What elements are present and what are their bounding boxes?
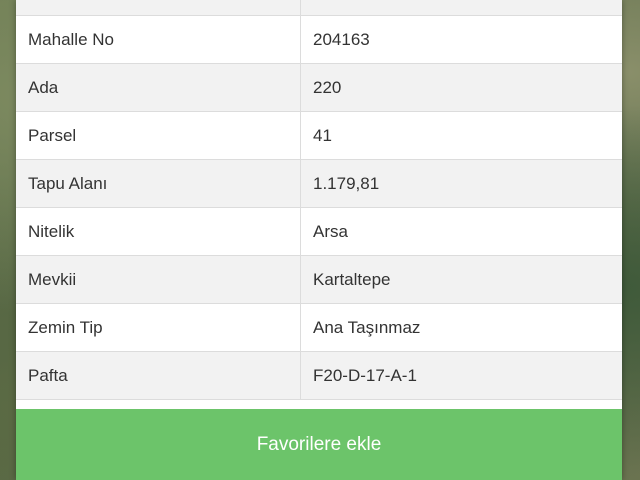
table-row-mevkii: Mevkii Kartaltepe — [16, 256, 622, 304]
row-value: 204163 — [313, 29, 370, 49]
row-value: 220 — [313, 77, 342, 97]
row-value: 41 — [313, 125, 332, 145]
row-label: Nitelik — [16, 208, 301, 255]
row-label: Ada — [16, 64, 301, 111]
row-value: Kartaltepe — [313, 269, 391, 289]
row-value: Ana Taşınmaz — [313, 317, 421, 337]
row-value: 1.179,81 — [313, 173, 380, 193]
table-row-pafta: Pafta F20-D-17-A-1 — [16, 352, 622, 400]
row-label — [16, 0, 301, 15]
row-label: Parsel — [16, 112, 301, 159]
row-label: Mahalle No — [16, 16, 301, 63]
table-row-partial — [16, 0, 622, 16]
table-row-mahalle-no: Mahalle No 204163 — [16, 16, 622, 64]
row-label: Tapu Alanı — [16, 160, 301, 207]
row-label: Mevkii — [16, 256, 301, 303]
row-value — [301, 0, 622, 15]
row-value: F20-D-17-A-1 — [313, 365, 417, 385]
table-row-parsel: Parsel 41 — [16, 112, 622, 160]
add-to-favorites-button[interactable]: Favorilere ekle — [16, 409, 622, 480]
row-label: Zemin Tip — [16, 304, 301, 351]
row-label: Pafta — [16, 352, 301, 399]
table-row-ada: Ada 220 — [16, 64, 622, 112]
table-row-nitelik: Nitelik Arsa — [16, 208, 622, 256]
table-row-zemin-tip: Zemin Tip Ana Taşınmaz — [16, 304, 622, 352]
parcel-info-table: Mahalle No 204163 Ada 220 Parsel 41 Tapu… — [16, 0, 622, 400]
row-value: Arsa — [313, 221, 348, 241]
table-row-tapu-alani: Tapu Alanı 1.179,81 — [16, 160, 622, 208]
parcel-info-panel: Mahalle No 204163 Ada 220 Parsel 41 Tapu… — [16, 0, 622, 480]
